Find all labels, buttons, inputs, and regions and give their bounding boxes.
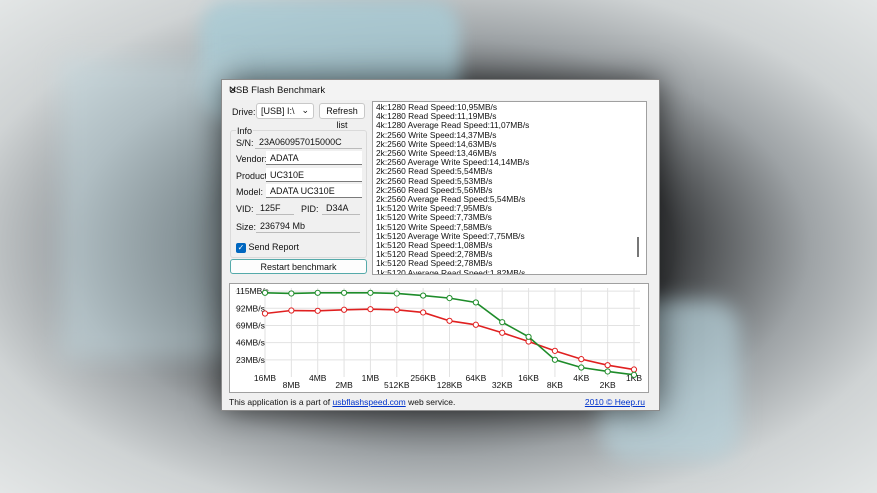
write-data-point — [630, 366, 638, 373]
background-photo — [60, 60, 240, 360]
x-tick-label: 2MB — [335, 380, 353, 390]
log-line: 1k:5120 Average Read Speed:1,82MB/s — [376, 267, 526, 275]
read-data-point — [261, 289, 269, 296]
x-tick-label: 128KB — [437, 380, 463, 390]
scrollbar-thumb[interactable] — [637, 237, 639, 257]
vendor-label: Vendor: — [236, 154, 268, 164]
write-data-point — [340, 306, 348, 313]
close-icon[interactable]: ✕ — [229, 85, 653, 96]
restart-benchmark-button[interactable]: Restart benchmark — [230, 259, 367, 274]
vid-label: VID: — [236, 204, 254, 214]
footer-prefix: This application is a part of — [229, 397, 333, 407]
write-data-point — [367, 306, 374, 313]
usbflashspeed-link[interactable]: usbflashspeed.com — [332, 397, 405, 407]
x-tick-label: 4MB — [309, 373, 327, 383]
write-data-point — [314, 307, 321, 314]
write-data-point — [393, 306, 400, 313]
read-data-point — [314, 289, 321, 296]
sn-label: S/N: — [236, 138, 254, 148]
read-data-point — [551, 356, 559, 363]
write-data-point — [578, 356, 585, 363]
write-data-point — [261, 310, 269, 317]
pid-label: PID: — [301, 204, 319, 214]
x-tick-label: 16MB — [254, 373, 277, 383]
model-label: Model: — [236, 187, 264, 197]
size-field: 236794 Mb — [256, 219, 360, 233]
x-tick-label: 8KB — [547, 380, 563, 390]
x-tick-label: 256KB — [410, 373, 436, 383]
info-group-label: Info — [236, 126, 254, 136]
refresh-list-button[interactable]: Refresh list — [319, 103, 365, 130]
send-report-checkbox[interactable]: ✓ Send Report — [236, 242, 299, 253]
x-tick-label: 32KB — [492, 380, 513, 390]
x-tick-label: 512KB — [384, 380, 410, 390]
product-label: Product: — [236, 171, 270, 181]
read-data-point — [420, 292, 427, 299]
x-tick-label: 1MB — [362, 373, 380, 383]
write-data-point — [499, 329, 506, 336]
results-log[interactable]: 4k:1280 Read Speed:10,95MB/s 4k:1280 Read… — [372, 101, 647, 275]
send-report-label: Send Report — [248, 242, 300, 252]
chevron-down-icon: ⌄ — [301, 105, 309, 115]
x-tick-label: 16KB — [518, 373, 539, 383]
speed-chart: 115MB/s 92MB/s 69MB/s 46MB/s 23MB/s 16MB 8MB 4M… — [229, 283, 649, 393]
x-tick-label: 2KB — [600, 380, 616, 390]
read-data-point — [525, 333, 532, 340]
vid-field: 125F — [256, 201, 294, 215]
checkmark-icon: ✓ — [236, 242, 246, 253]
footer-text: This application is a part of usbflashsp… — [229, 397, 455, 407]
y-tick-label: 23MB/s — [236, 355, 265, 365]
write-data-point — [604, 362, 611, 369]
product-field[interactable]: UC310E — [266, 168, 362, 182]
x-tick-label: 4KB — [573, 373, 589, 383]
write-data-point — [446, 317, 453, 324]
read-data-point — [630, 371, 638, 378]
y-tick-label: 46MB/s — [236, 338, 265, 348]
x-tick-label: 8MB — [283, 380, 301, 390]
heep-link[interactable]: 2010 © Heep.ru — [585, 397, 645, 407]
speed-chart-svg: 115MB/s92MB/s69MB/s46MB/s23MB/s16MB8MB4M… — [235, 286, 642, 390]
benchmark-window: USB Flash Benchmark ✕ Drive: [USB] I:\ ⌄ … — [221, 79, 660, 411]
scrollbar[interactable] — [632, 104, 644, 272]
read-data-point — [604, 368, 611, 375]
x-tick-label: 64KB — [465, 373, 486, 383]
footer-suffix: web service. — [405, 397, 456, 407]
read-data-point — [340, 289, 348, 296]
write-data-point — [288, 307, 295, 314]
drive-select[interactable]: [USB] I:\ ⌄ — [256, 103, 314, 119]
read-data-point — [578, 364, 585, 371]
read-data-point — [288, 290, 295, 297]
read-data-point — [499, 319, 506, 326]
model-field[interactable]: ADATA UC310E — [266, 184, 362, 198]
read-data-point — [393, 290, 400, 297]
sn-field: 23A060957015000C — [255, 135, 362, 149]
y-tick-label: 92MB/s — [236, 303, 265, 313]
write-data-point — [551, 347, 559, 354]
write-data-point — [472, 321, 479, 328]
vendor-field[interactable]: ADATA — [266, 151, 362, 165]
pid-field: D34A — [322, 201, 360, 215]
read-data-point — [367, 289, 374, 296]
size-label: Size: — [236, 222, 257, 232]
title-bar: USB Flash Benchmark ✕ — [222, 80, 659, 100]
read-data-point — [446, 295, 453, 302]
read-data-point — [472, 299, 479, 306]
y-tick-label: 69MB/s — [236, 320, 265, 330]
drive-label: Drive: — [232, 107, 256, 117]
write-data-point — [420, 309, 427, 316]
drive-value: [USB] I:\ — [261, 106, 295, 116]
